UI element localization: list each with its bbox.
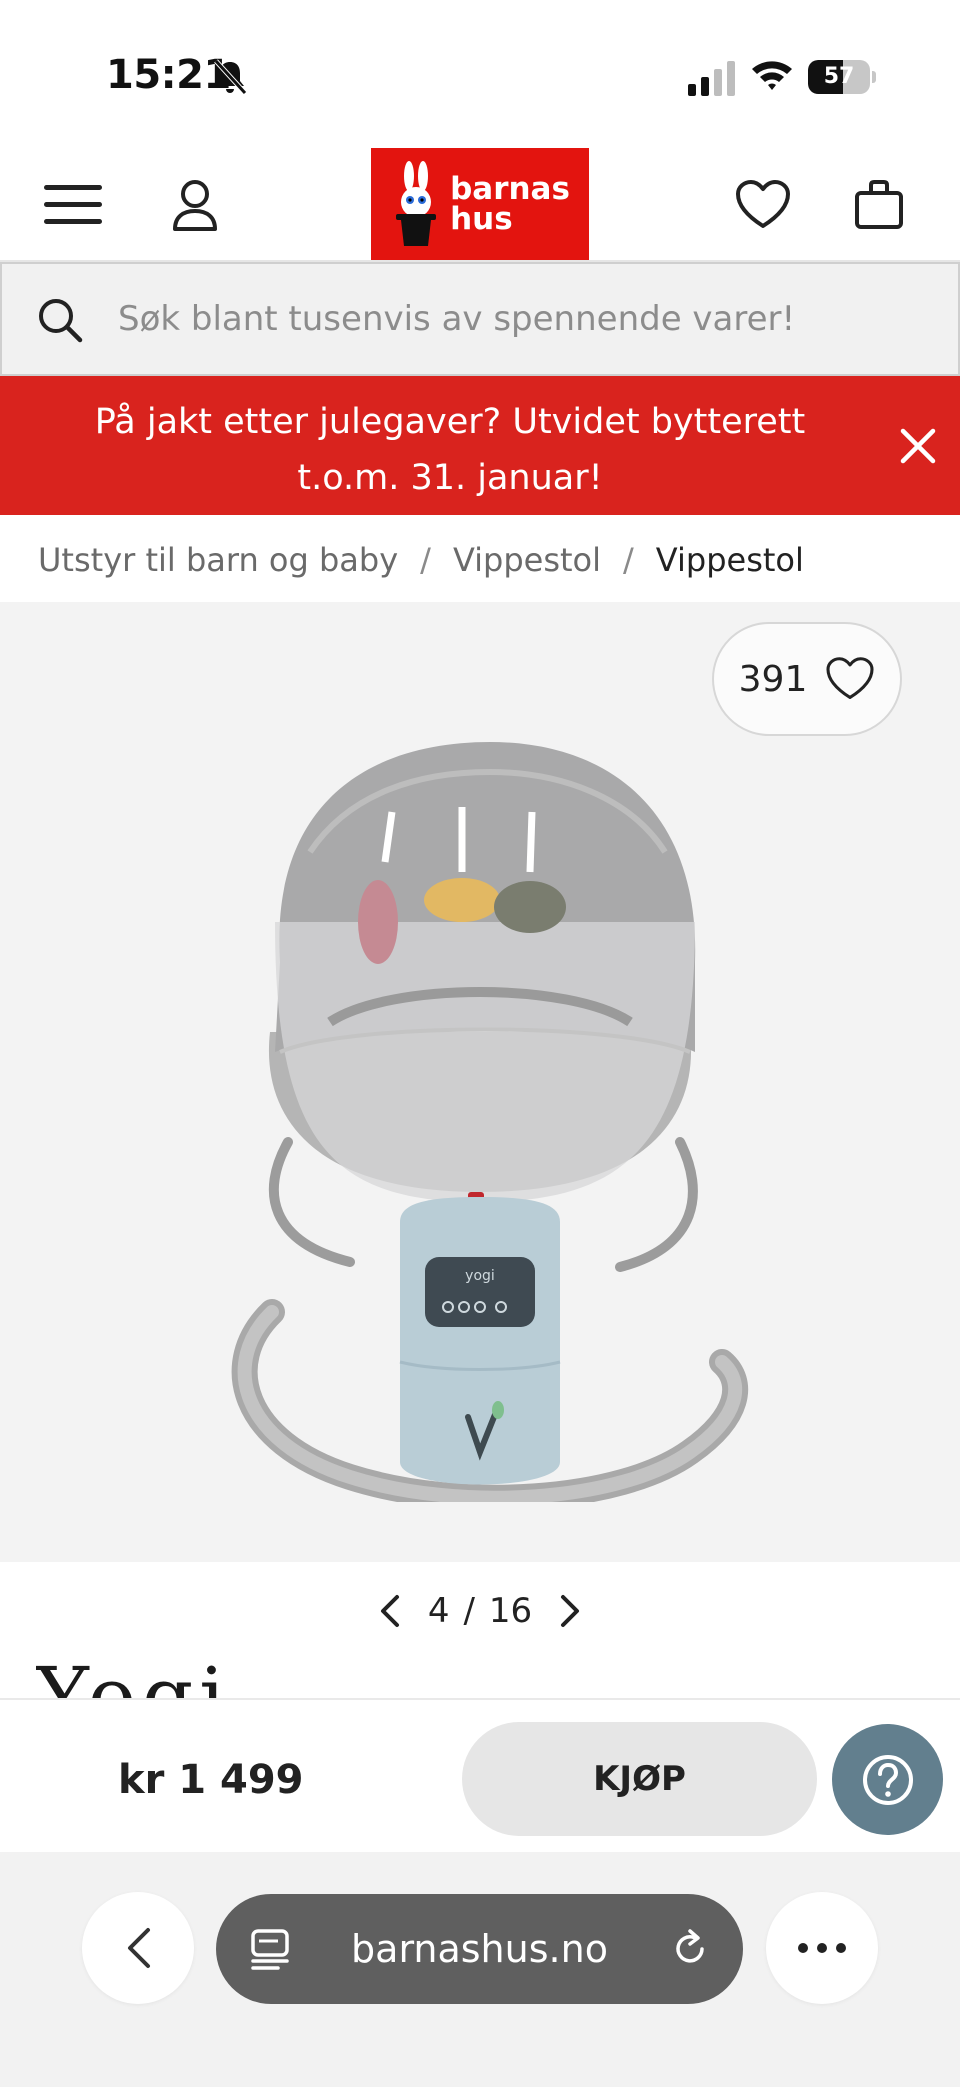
reload-icon[interactable] bbox=[668, 1927, 712, 1971]
site-header: barnas hus bbox=[0, 148, 960, 262]
chevron-left-icon bbox=[380, 1595, 399, 1627]
gallery-pager: 4 / 16 bbox=[0, 1576, 960, 1646]
buy-bar: kr 1 499 KJØP bbox=[0, 1698, 960, 1852]
question-mark-icon bbox=[862, 1754, 913, 1805]
wishlist-button[interactable] bbox=[728, 170, 798, 240]
buy-button[interactable]: KJØP bbox=[462, 1722, 817, 1836]
search-bar[interactable]: Søk blant tusenvis av spennende varer! bbox=[0, 262, 960, 376]
breadcrumb-item-vippestol[interactable]: Vippestol bbox=[453, 541, 601, 579]
shopping-bag-icon bbox=[855, 180, 903, 229]
bell-slash-icon bbox=[214, 59, 247, 95]
user-account-icon bbox=[173, 180, 217, 231]
hamburger-menu-icon bbox=[44, 185, 102, 224]
svg-text:yogi: yogi bbox=[465, 1268, 495, 1284]
pager-total: 16 bbox=[488, 1591, 533, 1631]
search-input[interactable]: Søk blant tusenvis av spennende varer! bbox=[118, 264, 795, 374]
promo-banner: På jakt etter julegaver? Utvidet byttere… bbox=[0, 376, 960, 515]
url-text: barnashus.no bbox=[351, 1927, 608, 1971]
browser-toolbar: barnashus.no bbox=[0, 1852, 960, 2087]
heart-icon bbox=[736, 180, 790, 228]
close-icon bbox=[900, 428, 936, 464]
wishlist-count-button[interactable]: 391 bbox=[712, 622, 902, 736]
brand-name: Yogi bbox=[36, 1652, 231, 1698]
prev-image-button[interactable] bbox=[370, 1591, 410, 1631]
cart-button[interactable] bbox=[844, 170, 914, 240]
chevron-left-icon bbox=[128, 1928, 150, 1968]
battery-icon: 57 bbox=[808, 60, 876, 94]
brand-logo-peek: Yogi bbox=[36, 1652, 336, 1698]
address-bar[interactable]: barnashus.no bbox=[216, 1894, 743, 2004]
breadcrumb-item-baby-gear[interactable]: Utstyr til barn og baby bbox=[38, 541, 398, 579]
product-gallery[interactable]: 391 yogi bbox=[0, 602, 960, 1562]
heart-icon bbox=[826, 657, 874, 700]
battery-percentage: 57 bbox=[823, 64, 855, 89]
more-horizontal-icon bbox=[798, 1943, 846, 1953]
chevron-right-icon bbox=[561, 1595, 580, 1627]
breadcrumb-separator: / bbox=[420, 541, 431, 579]
breadcrumb-separator: / bbox=[623, 541, 634, 579]
site-logo[interactable]: barnas hus bbox=[371, 148, 589, 260]
status-bar: 15:21 57 bbox=[0, 0, 960, 148]
pager-current: 4 bbox=[427, 1591, 450, 1631]
wifi-icon bbox=[752, 61, 792, 90]
account-button[interactable] bbox=[160, 170, 230, 240]
cellular-signal-icon bbox=[688, 61, 735, 96]
promo-close-button[interactable] bbox=[888, 416, 948, 476]
breadcrumb-current: Vippestol bbox=[655, 541, 804, 579]
menu-button[interactable] bbox=[38, 170, 108, 240]
logo-text-line1: barnas bbox=[450, 171, 570, 207]
browser-more-button[interactable] bbox=[766, 1892, 878, 2004]
promo-text: På jakt etter julegaver? Utvidet byttere… bbox=[94, 402, 806, 498]
browser-back-button[interactable] bbox=[82, 1892, 194, 2004]
pager-separator: / bbox=[463, 1591, 475, 1631]
product-price: kr 1 499 bbox=[118, 1757, 304, 1803]
logo-text-line2: hus bbox=[450, 201, 513, 237]
next-image-button[interactable] bbox=[550, 1591, 590, 1631]
search-icon bbox=[39, 299, 83, 343]
breadcrumb: Utstyr til barn og baby / Vippestol / Vi… bbox=[38, 532, 804, 588]
help-button[interactable] bbox=[832, 1724, 943, 1835]
product-image-baby-bouncer: yogi bbox=[231, 742, 749, 1502]
wishlist-count: 391 bbox=[738, 658, 808, 700]
rabbit-in-hat-logo-icon bbox=[396, 161, 437, 246]
